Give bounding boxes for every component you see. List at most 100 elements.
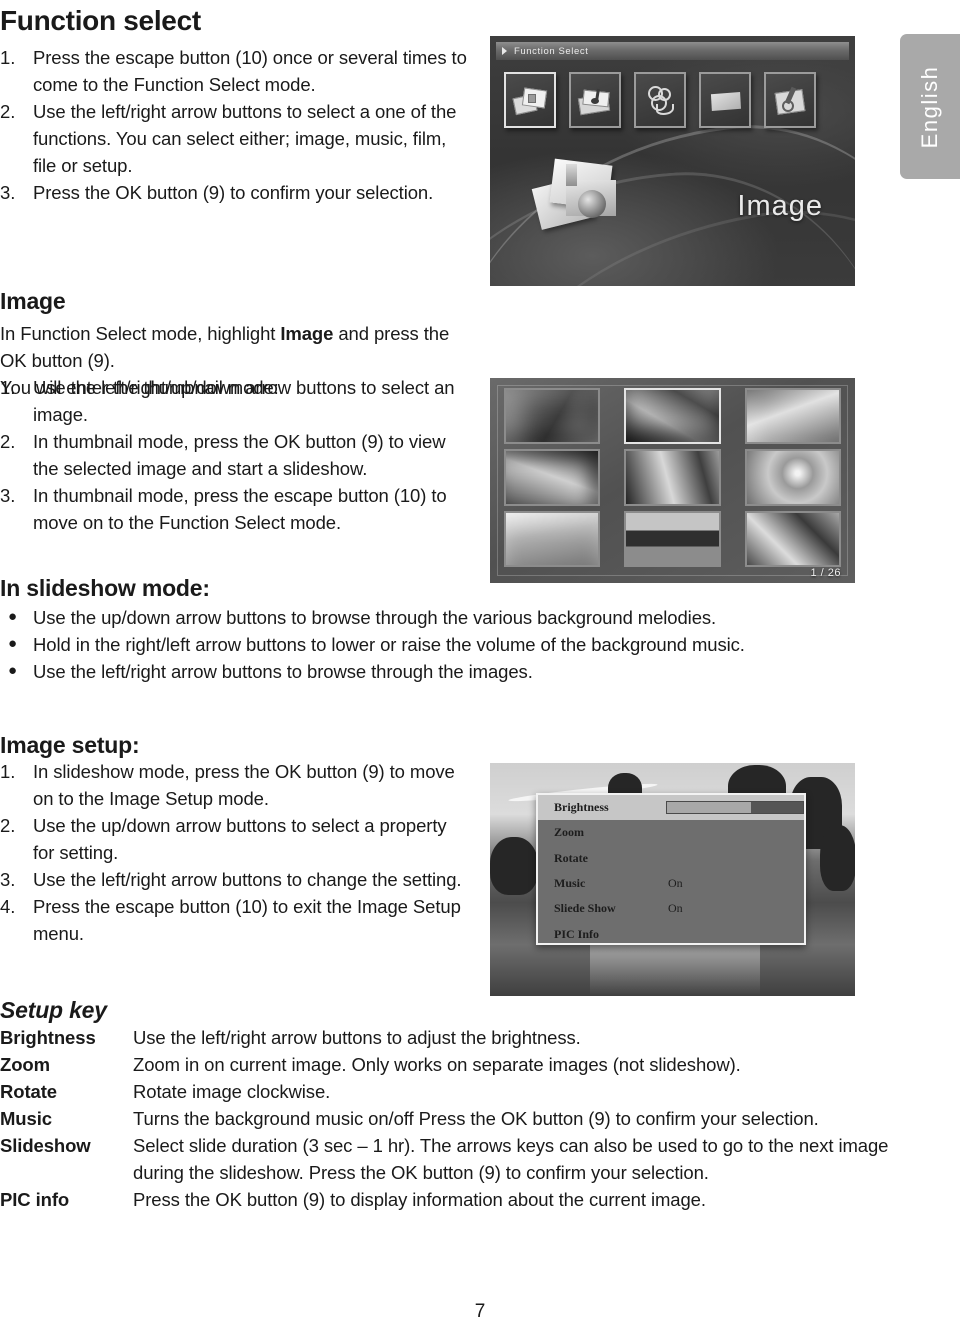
image-icon (504, 72, 556, 128)
function-icon-row (504, 72, 816, 128)
table-cell-description: Turns the background music on/off Press … (133, 1108, 819, 1129)
table-row: Slideshow Select slide duration (3 sec –… (0, 1132, 930, 1186)
list-item-text: Use the left/right arrow buttons to chan… (33, 869, 462, 890)
osd-selected-label: Image (737, 190, 823, 222)
image-section-intro-line1: In Function Select mode, highlight Image… (0, 323, 450, 371)
bullet-icon: ● (8, 608, 17, 625)
osd-menu-item-brightness: Brightness (538, 795, 804, 821)
tree-shape (820, 825, 855, 891)
list-item-text: Use the up/down arrow buttons to select … (33, 815, 447, 863)
list-item-text: Use the left/right/up/down arrow buttons… (33, 377, 455, 425)
page-title: Function select (0, 5, 201, 36)
bullet-icon: ● (8, 635, 17, 652)
table-cell-description: Use the left/right arrow buttons to adju… (133, 1027, 581, 1048)
osd-menu-item-label: PIC Info (554, 926, 600, 941)
brightness-slider (666, 801, 804, 815)
table-cell-key: Zoom (0, 1054, 50, 1075)
table-cell-key: Slideshow (0, 1135, 91, 1156)
film-icon (634, 72, 686, 128)
table-cell-key: PIC info (0, 1189, 70, 1210)
table-cell-description: Select slide duration (3 sec – 1 hr). Th… (133, 1135, 889, 1183)
osd-menu-item-zoom: Zoom (538, 820, 804, 845)
table-cell-description: Zoom in on current image. Only works on … (133, 1054, 741, 1075)
osd-menu-item-label: Zoom (554, 825, 584, 840)
screenshot-thumbnail-grid: 1 / 26 (490, 378, 855, 583)
image-setup-heading: Image setup: (0, 732, 140, 758)
setup-key-table: Brightness Use the left/right arrow butt… (0, 1024, 930, 1213)
page-number: 7 (474, 1301, 486, 1322)
list-item-text: Use the left/right arrow buttons to sele… (33, 101, 457, 176)
osd-menu-item-slide-show: Sliede Show On (538, 896, 804, 921)
thumbnail-item (504, 388, 601, 445)
list-item: ● Use the up/down arrow buttons to brows… (0, 604, 930, 631)
file-icon (699, 72, 751, 128)
screenshot-image-setup: Brightness Zoom Rotate Music On Sliede S… (490, 763, 855, 996)
table-cell-description: Rotate image clockwise. (133, 1081, 331, 1102)
thumbnail-item (504, 449, 601, 506)
list-item-text: Hold in the right/left arrow buttons to … (33, 634, 745, 655)
bullet-icon: ● (8, 662, 17, 679)
table-cell-key: Brightness (0, 1027, 96, 1048)
thumbnail-item (744, 388, 841, 445)
list-item: 2. Use the up/down arrow buttons to sele… (0, 812, 470, 866)
list-item: 3. In thumbnail mode, press the escape b… (0, 482, 470, 536)
list-item-text: Press the escape button (10) to exit the… (33, 896, 461, 944)
table-row: Brightness Use the left/right arrow butt… (0, 1024, 930, 1051)
list-item-number: 4. (0, 896, 16, 917)
language-tab-label: English (917, 65, 942, 148)
osd-menu-item-music: Music On (538, 871, 804, 896)
list-item: ● Hold in the right/left arrow buttons t… (0, 631, 930, 658)
list-item-text: Use the left/right arrow buttons to brow… (33, 661, 533, 682)
osd-menu-item-label: Brightness (554, 800, 609, 815)
thumbnail-counter: 1 / 26 (810, 567, 841, 579)
table-row: Music Turns the background music on/off … (0, 1105, 930, 1132)
thumbnail-item (744, 510, 841, 567)
osd-menu-item-value: On (668, 901, 683, 916)
list-item: 3. Use the left/right arrow buttons to c… (0, 866, 470, 893)
osd-menu-item-label: Sliede Show (554, 901, 616, 916)
language-tab: English (900, 34, 960, 179)
image-setup-steps: 1. In slideshow mode, press the OK butto… (0, 758, 470, 947)
slideshow-mode-heading: In slideshow mode: (0, 575, 210, 601)
table-cell-description: Press the OK button (9) to display infor… (133, 1189, 706, 1210)
list-item-text: Use the up/down arrow buttons to browse … (33, 607, 717, 628)
thumbnail-item (624, 510, 721, 567)
image-keyword: Image (280, 323, 334, 344)
table-cell-key: Music (0, 1108, 52, 1129)
thumbnail-item (624, 388, 721, 445)
list-item: 1. Press the escape button (10) once or … (0, 44, 470, 98)
osd-menu-item-label: Rotate (554, 850, 588, 865)
osd-menu-item-value: On (668, 876, 683, 891)
table-row: Rotate Rotate image clockwise. (0, 1078, 930, 1105)
triangle-right-icon (502, 47, 507, 55)
music-icon (569, 72, 621, 128)
osd-titlebar-label: Function Select (514, 45, 589, 57)
thumbnail-item (624, 449, 721, 506)
thumbnail-item (504, 510, 601, 567)
list-item: 2. Use the left/right arrow buttons to s… (0, 98, 470, 179)
list-item: 4. Press the escape button (10) to exit … (0, 893, 470, 947)
list-item: 2. In thumbnail mode, press the OK butto… (0, 428, 470, 482)
list-item-number: 3. (0, 182, 16, 203)
osd-menu-item-pic-info: PIC Info (538, 921, 804, 946)
list-item-number: 1. (0, 377, 16, 398)
list-item-text: In thumbnail mode, press the escape butt… (33, 485, 447, 533)
list-item-number: 2. (0, 431, 16, 452)
setup-icon (764, 72, 816, 128)
image-setup-osd-menu: Brightness Zoom Rotate Music On Sliede S… (536, 793, 806, 945)
list-item-number: 2. (0, 815, 16, 836)
camera-hero-icon (531, 156, 632, 246)
osd-menu-item-rotate: Rotate (538, 846, 804, 871)
thumbnail-grid (504, 388, 841, 567)
list-item-text: In slideshow mode, press the OK button (… (33, 761, 455, 809)
osd-titlebar: Function Select (496, 42, 849, 60)
osd-menu-item-label: Music (554, 876, 586, 891)
function-select-steps: 1. Press the escape button (10) once or … (0, 44, 470, 206)
list-item-number: 2. (0, 101, 16, 122)
setup-key-heading: Setup key (0, 997, 107, 1023)
list-item-number: 1. (0, 761, 16, 782)
list-item-number: 3. (0, 485, 16, 506)
table-cell-key: Rotate (0, 1081, 57, 1102)
list-item: 1. In slideshow mode, press the OK butto… (0, 758, 470, 812)
screenshot-function-select: Function Select Image (490, 36, 855, 286)
